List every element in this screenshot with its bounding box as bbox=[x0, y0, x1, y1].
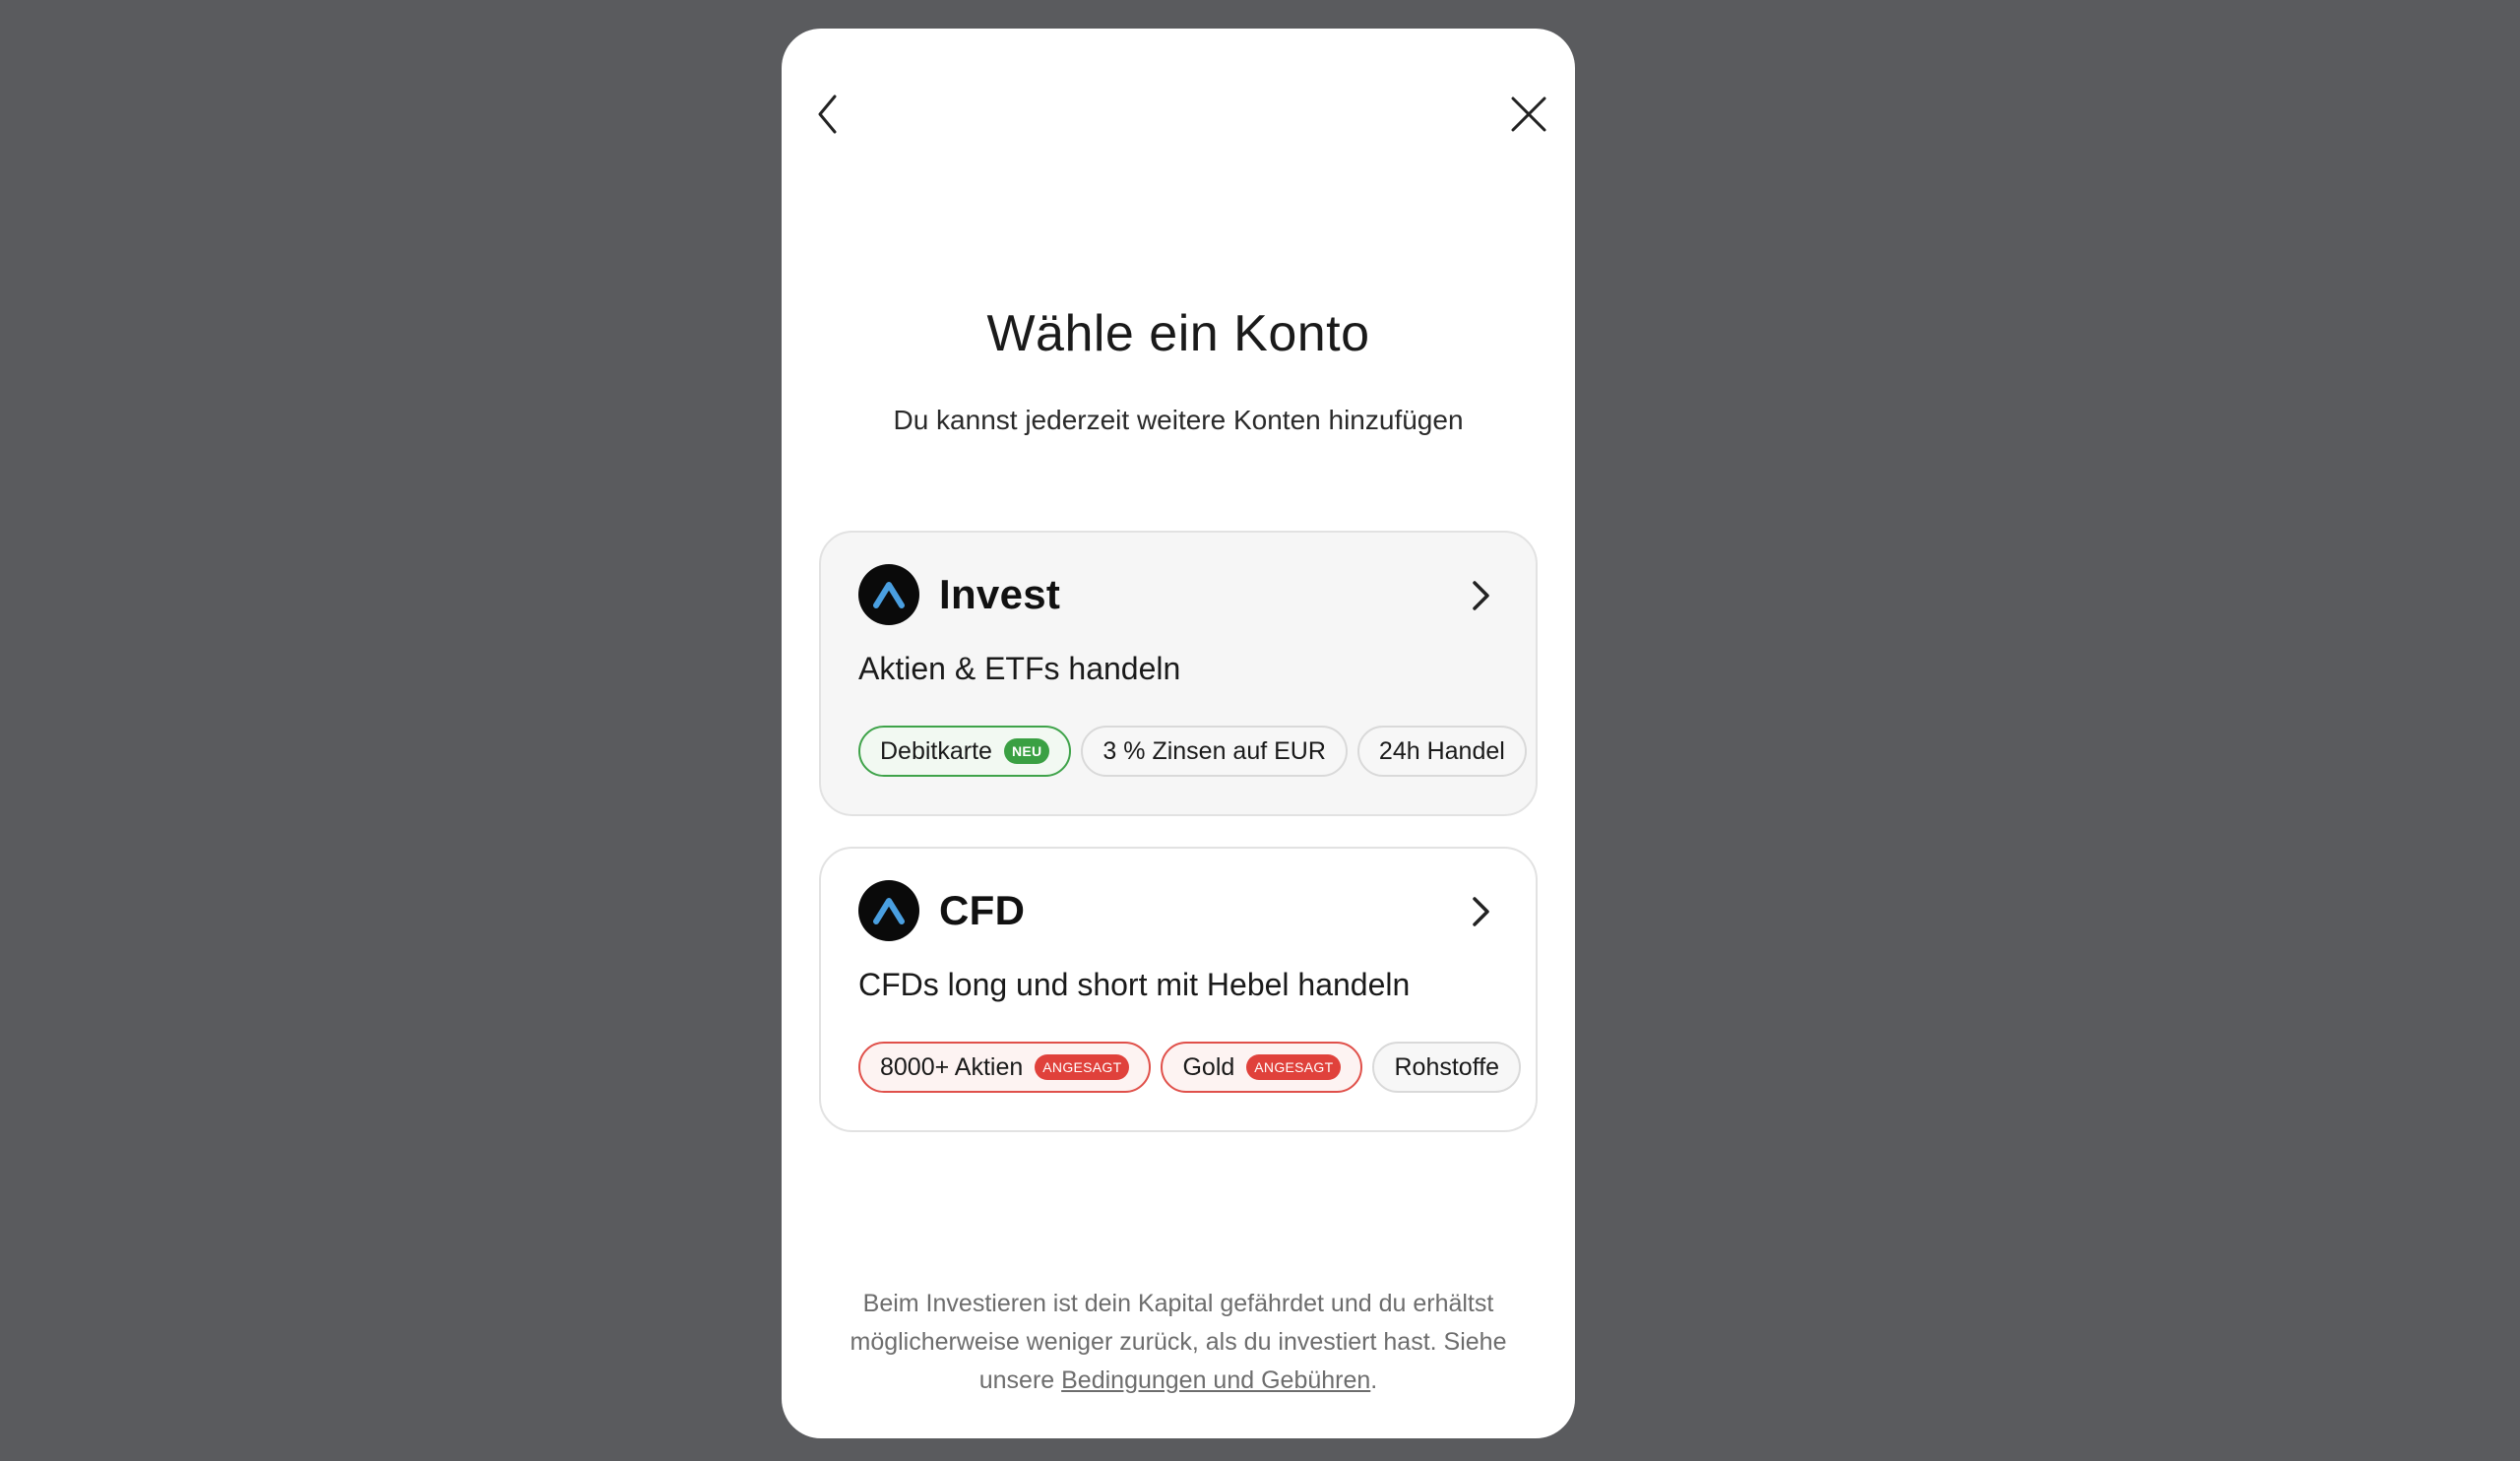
feature-tags: 8000+ Aktien ANGESAGT Gold ANGESAGT Rohs… bbox=[858, 1042, 1531, 1093]
close-icon bbox=[1511, 96, 1546, 132]
account-selection-modal: Wähle ein Konto Du kannst jederzeit weit… bbox=[782, 29, 1575, 1438]
tag-zinsen[interactable]: 3 % Zinsen auf EUR bbox=[1081, 726, 1348, 777]
tag-aktien[interactable]: 8000+ Aktien ANGESAGT bbox=[858, 1042, 1152, 1093]
tag-debitkarte[interactable]: Debitkarte NEU bbox=[858, 726, 1072, 777]
page-subtitle: Du kannst jederzeit weitere Konten hinzu… bbox=[893, 405, 1464, 435]
page-title: Wähle ein Konto bbox=[986, 305, 1370, 362]
account-card-cfd[interactable]: CFD CFDs long und short mit Hebel handel… bbox=[819, 847, 1538, 1132]
account-name: Invest bbox=[939, 571, 1061, 617]
tag-rohstoffe[interactable]: Rohstoffe bbox=[1372, 1042, 1522, 1093]
tag-gold[interactable]: Gold ANGESAGT bbox=[1161, 1042, 1363, 1093]
brand-logo-icon bbox=[858, 564, 919, 625]
tag-label: 3 % Zinsen auf EUR bbox=[1102, 736, 1326, 765]
tag-label: Debitkarte bbox=[880, 736, 992, 765]
card-header: CFD bbox=[858, 880, 1025, 941]
account-card-invest[interactable]: Invest Aktien & ETFs handeln Debitkarte … bbox=[819, 531, 1538, 816]
tag-label: 24h Handel bbox=[1378, 736, 1505, 765]
close-button[interactable] bbox=[1494, 80, 1563, 149]
chevron-right-icon bbox=[1461, 892, 1500, 931]
chevron-left-icon bbox=[818, 95, 837, 134]
card-header: Invest bbox=[858, 564, 1060, 625]
account-description: Aktien & ETFs handeln bbox=[858, 651, 1181, 686]
terms-and-fees-link[interactable]: Bedingungen und Gebühren bbox=[1061, 1366, 1370, 1394]
disclaimer-end: . bbox=[1370, 1366, 1378, 1394]
tag-label: Gold bbox=[1182, 1052, 1235, 1081]
account-name: CFD bbox=[939, 887, 1026, 933]
tag-label: Rohstoffe bbox=[1394, 1052, 1500, 1081]
trending-badge: ANGESAGT bbox=[1035, 1054, 1130, 1080]
tag-label: 8000+ Aktien bbox=[880, 1052, 1024, 1081]
brand-logo-icon bbox=[858, 880, 919, 941]
risk-disclaimer: Beim Investieren ist dein Kapital gefähr… bbox=[811, 1285, 1545, 1400]
back-button[interactable] bbox=[793, 80, 862, 149]
trending-badge: ANGESAGT bbox=[1246, 1054, 1342, 1080]
tag-24h-handel[interactable]: 24h Handel bbox=[1356, 726, 1527, 777]
account-description: CFDs long und short mit Hebel handeln bbox=[858, 967, 1411, 1002]
chevron-right-icon bbox=[1461, 576, 1500, 615]
feature-tags: Debitkarte NEU 3 % Zinsen auf EUR 24h Ha… bbox=[858, 726, 1536, 777]
new-badge: NEU bbox=[1003, 738, 1050, 764]
